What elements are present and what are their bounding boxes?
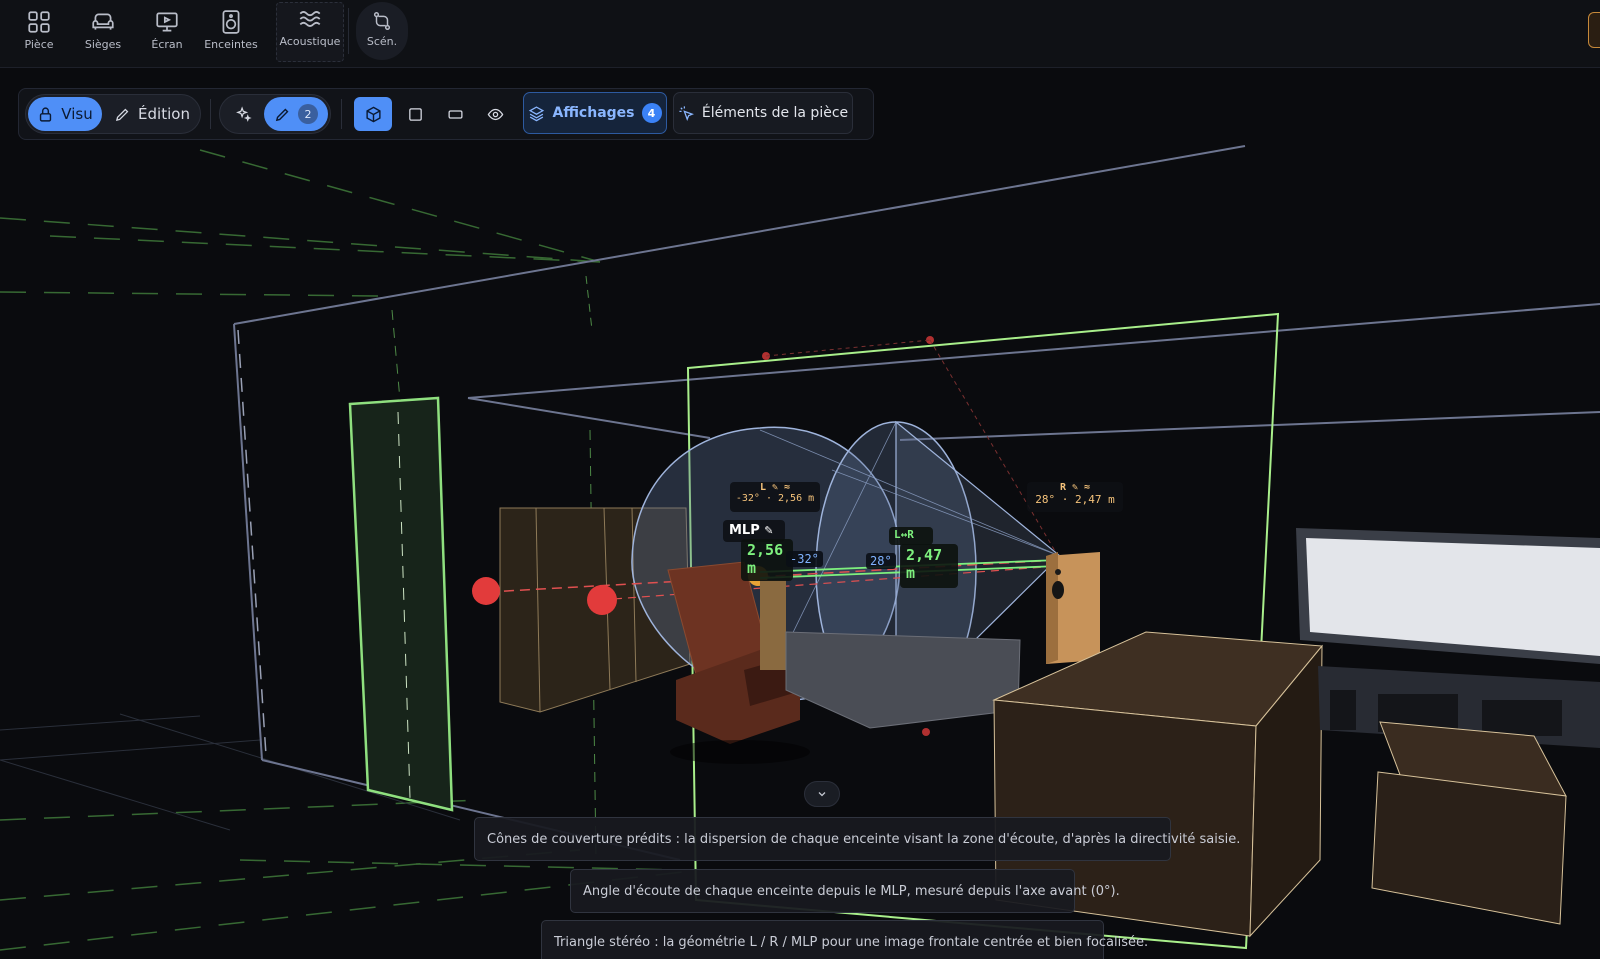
grid-icon bbox=[28, 11, 50, 33]
distance-r-unit: m bbox=[906, 564, 916, 582]
side-cabinet bbox=[1371, 721, 1567, 925]
cube-icon bbox=[365, 106, 381, 122]
mode-switch: Visu Édition bbox=[25, 94, 201, 134]
tooltip-stereo-triangle: Triangle stéréo : la géométrie L / R / M… bbox=[541, 920, 1148, 959]
speaker-post-l bbox=[760, 580, 786, 670]
speaker-l-title: L ✎ ≈ bbox=[759, 482, 791, 493]
top-navigation: Pièce Sièges Écran Enceintes Acoustique … bbox=[0, 0, 1600, 68]
tab-scenarios-label: Scén. bbox=[366, 35, 398, 48]
tab-sieges-label: Sièges bbox=[84, 38, 122, 51]
speaker-r-title: R ✎ ≈ bbox=[1059, 482, 1091, 493]
swap-icon bbox=[373, 12, 391, 30]
account-chip[interactable] bbox=[1588, 12, 1600, 48]
tooltip-coverage-cones: Cônes de couverture prédits : la dispers… bbox=[474, 817, 1240, 861]
waves-icon bbox=[299, 11, 321, 27]
sofa-icon bbox=[92, 13, 114, 30]
affichages-count-badge: 4 bbox=[641, 103, 662, 123]
layers-icon bbox=[529, 105, 545, 121]
rectangle-icon bbox=[447, 109, 463, 119]
projection-screen bbox=[1296, 528, 1600, 748]
view-top-button[interactable] bbox=[396, 97, 434, 131]
edition-button[interactable]: Édition bbox=[108, 97, 196, 131]
distance-l-unit: m bbox=[747, 559, 757, 577]
tool-switch: 2 bbox=[219, 94, 331, 134]
mlp-label-text: MLP bbox=[729, 523, 760, 538]
tab-ecran-label: Écran bbox=[151, 38, 183, 51]
affichages-label: Affichages bbox=[552, 105, 635, 121]
chevron-down-icon bbox=[818, 792, 826, 797]
square-icon bbox=[408, 107, 422, 121]
screen-icon bbox=[156, 12, 178, 32]
toolbar-divider bbox=[210, 99, 211, 129]
edit-tool-button[interactable]: 2 bbox=[264, 97, 328, 131]
eye-icon bbox=[487, 108, 503, 120]
speaker-r-detail: 28° · 2,47 m bbox=[1035, 493, 1115, 506]
elements-piece-button[interactable]: Éléments de la pièce bbox=[673, 92, 853, 134]
tab-ecran[interactable]: Écran bbox=[136, 6, 198, 60]
tower-speaker-r bbox=[1046, 552, 1100, 664]
edition-label: Édition bbox=[138, 105, 190, 123]
view-toolbar: Visu Édition 2 Affichages 4 Éléments de … bbox=[18, 88, 874, 140]
angle-l-readout: -32° bbox=[786, 551, 823, 567]
visu-button[interactable]: Visu bbox=[28, 97, 102, 131]
door-panel bbox=[348, 396, 454, 812]
pointer-sparkle-icon bbox=[679, 105, 694, 121]
speaker-l-detail: -32° · 2,56 m bbox=[735, 493, 815, 504]
pencil-icon bbox=[275, 108, 289, 121]
affichages-button[interactable]: Affichages 4 bbox=[523, 92, 667, 134]
speaker-icon bbox=[222, 10, 240, 34]
lr-label: L↔R bbox=[889, 527, 933, 545]
distance-r-readout: 2,47 m bbox=[900, 544, 958, 588]
tab-acoustique-label: Acoustique bbox=[279, 35, 341, 48]
lock-icon bbox=[40, 106, 52, 122]
speaker-l-label[interactable]: L ✎ ≈ -32° · 2,56 m bbox=[730, 482, 820, 512]
visu-label: Visu bbox=[61, 105, 93, 123]
tooltip-listening-angle: Angle d'écoute de chaque enceinte depuis… bbox=[570, 869, 1120, 913]
nav-divider bbox=[348, 8, 349, 54]
view-3d-button[interactable] bbox=[354, 97, 392, 131]
tab-piece-label: Pièce bbox=[24, 38, 54, 51]
view-front-button[interactable] bbox=[436, 97, 474, 131]
toolbar-divider bbox=[341, 99, 342, 129]
tab-acoustique[interactable]: Acoustique bbox=[276, 2, 344, 62]
speaker-r-label[interactable]: R ✎ ≈ 28° · 2,47 m bbox=[1027, 482, 1123, 512]
angle-r-readout: 28° bbox=[866, 553, 896, 569]
pencil-icon: ✎ bbox=[764, 524, 774, 537]
tab-enceintes-label: Enceintes bbox=[204, 38, 258, 51]
tab-scenarios[interactable]: Scén. bbox=[356, 2, 408, 60]
sparkles-icon bbox=[235, 105, 252, 122]
magic-button[interactable] bbox=[226, 97, 260, 131]
tab-enceintes[interactable]: Enceintes bbox=[200, 6, 262, 60]
tab-sieges[interactable]: Sièges bbox=[72, 6, 134, 60]
distance-l-value: 2,56 bbox=[747, 541, 784, 559]
view-eye-button[interactable] bbox=[476, 97, 514, 131]
pencil-icon bbox=[116, 108, 129, 121]
collapse-tooltips-button[interactable] bbox=[804, 781, 840, 807]
distance-r-value: 2,47 bbox=[906, 546, 943, 564]
elements-label: Éléments de la pièce bbox=[701, 105, 849, 121]
edit-count-badge: 2 bbox=[298, 104, 318, 124]
tab-piece[interactable]: Pièce bbox=[8, 6, 70, 60]
